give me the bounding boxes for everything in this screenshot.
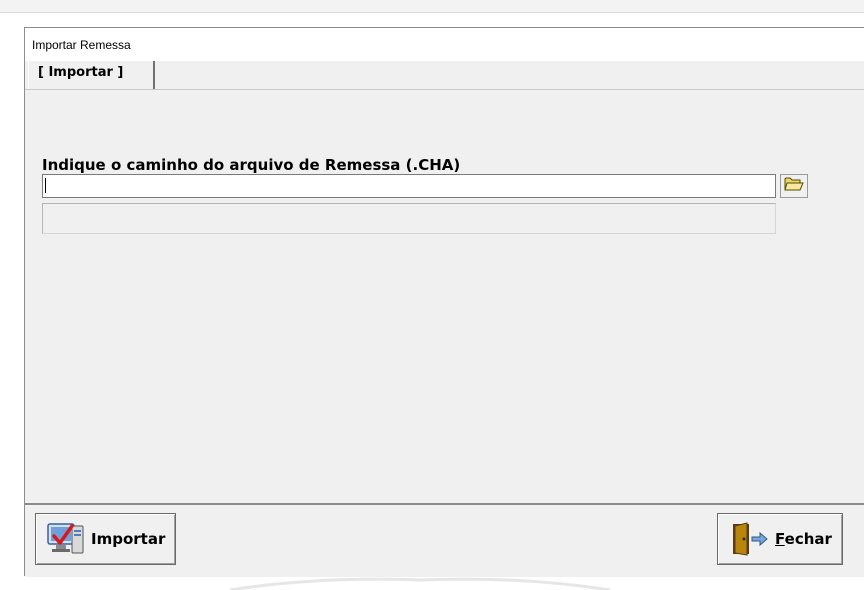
tab-importar[interactable]: [ Importar ] (28, 61, 155, 89)
import-button-label: Importar (91, 530, 166, 548)
computer-check-icon (46, 520, 86, 558)
tab-strip: [ Importar ] (25, 61, 864, 90)
import-button[interactable]: Importar (35, 513, 176, 565)
screen-top-edge (0, 0, 864, 13)
close-button-label: Fechar (775, 530, 832, 548)
file-path-input[interactable] (42, 174, 776, 198)
exit-door-icon (730, 521, 770, 557)
browse-file-button[interactable] (780, 174, 808, 198)
text-caret (45, 178, 46, 193)
tab-content: Indique o caminho do arquivo de Remessa … (25, 90, 864, 503)
path-prompt-label: Indique o caminho do arquivo de Remessa … (42, 156, 461, 174)
button-bar: Importar Fechar (25, 503, 864, 577)
import-dialog: Importar Remessa [ Importar ] Indique o … (24, 27, 864, 577)
title-bar: Importar Remessa (25, 28, 864, 61)
background-watermark (210, 574, 630, 590)
close-button[interactable]: Fechar (717, 513, 843, 565)
status-panel (42, 203, 776, 234)
window-title: Importar Remessa (32, 38, 131, 52)
folder-open-icon (784, 176, 804, 196)
